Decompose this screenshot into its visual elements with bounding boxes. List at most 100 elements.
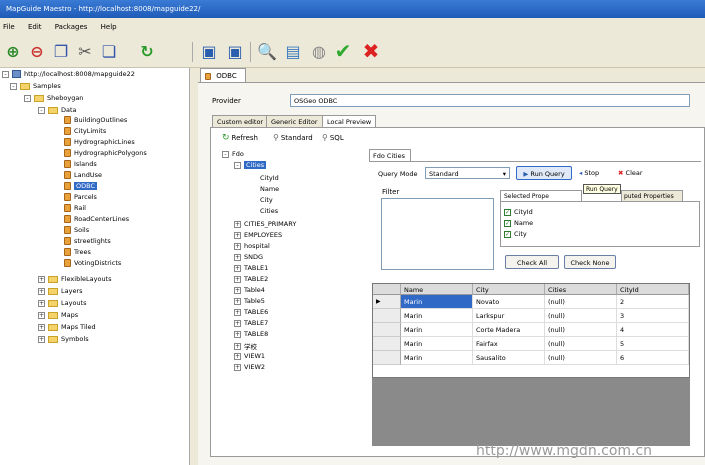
save-icon[interactable]: ▣ — [198, 40, 220, 62]
tree-item[interactable]: Rail — [64, 204, 86, 212]
schema-class[interactable]: + TABLE8 — [234, 330, 268, 338]
refresh-icon[interactable]: ↻ — [136, 40, 158, 62]
tree-item[interactable]: Trees — [64, 248, 91, 256]
run-query-button[interactable]: ▶ Run Query — [516, 166, 572, 180]
profile-icon[interactable]: ◍ — [308, 40, 330, 62]
column-header[interactable]: Name — [401, 284, 473, 295]
schema-class[interactable]: + SNDG — [234, 253, 263, 261]
schema-class[interactable]: + hospital — [234, 242, 270, 250]
grid-cell[interactable]: Corte Madera — [473, 323, 545, 337]
query-mode-select[interactable]: Standard ▾ — [425, 167, 510, 179]
tree-item[interactable]: RoadCenterLines — [64, 215, 129, 223]
row-header[interactable] — [373, 309, 401, 323]
stop-button[interactable]: ◂ Stop — [579, 169, 599, 177]
tree-item[interactable]: HydrographicPolygons — [64, 149, 147, 157]
grid-cell[interactable]: 2 — [617, 295, 689, 309]
tab-selected-properties[interactable]: Selected Prope — [500, 190, 582, 201]
grid-cell[interactable]: (null) — [545, 337, 617, 351]
tab-generic-editor[interactable]: Generic Editor — [266, 115, 323, 127]
row-header[interactable] — [373, 337, 401, 351]
clear-button[interactable]: ✖ Clear — [618, 169, 643, 177]
copy-icon[interactable]: ❐ — [50, 40, 72, 62]
schema-field[interactable]: Name — [260, 185, 279, 193]
check-all-button[interactable]: Check All — [505, 255, 559, 269]
tree-data[interactable]: - Data — [38, 106, 77, 114]
schema-class[interactable]: + TABLE6 — [234, 308, 268, 316]
grid-cell[interactable]: (null) — [545, 323, 617, 337]
grid-cell[interactable]: (null) — [545, 309, 617, 323]
xml-icon[interactable]: ▤ — [282, 40, 304, 62]
row-selector-icon[interactable]: ▶ — [373, 295, 401, 309]
tab-local-preview[interactable]: Local Preview — [322, 115, 377, 127]
tree-folder[interactable]: + Symbols — [38, 335, 89, 343]
grid-cell[interactable]: (null) — [545, 351, 617, 365]
tree-samples[interactable]: - Samples — [10, 82, 61, 90]
grid-cell[interactable]: (null) — [545, 295, 617, 309]
close-icon[interactable]: ✖ — [360, 39, 382, 63]
schema-class[interactable]: + TABLE1 — [234, 264, 268, 272]
schema-field[interactable]: CityId — [260, 174, 279, 182]
tree-folder[interactable]: + Maps Tiled — [38, 323, 96, 331]
menu-edit[interactable]: Edit — [25, 20, 50, 31]
property-checkbox[interactable]: ✓ CityId — [504, 208, 533, 216]
standard-button[interactable]: ⚲ Standard — [273, 133, 313, 142]
row-header[interactable] — [373, 351, 401, 365]
delete-icon[interactable]: ⊖ — [26, 40, 48, 62]
property-checkbox[interactable]: ✓ City — [504, 230, 527, 238]
schema-class[interactable]: + TABLE7 — [234, 319, 268, 327]
schema-class[interactable]: + EMPLOYEES — [234, 231, 282, 239]
tree-item-selected[interactable]: ODBC — [64, 182, 98, 190]
document-tab[interactable]: ODBC — [200, 68, 246, 82]
check-none-button[interactable]: Check None — [564, 255, 616, 269]
save-as-icon[interactable]: ▣ — [224, 40, 246, 62]
property-checkbox[interactable]: ✓ Name — [504, 219, 533, 227]
tree-item[interactable]: BuildingOutlines — [64, 116, 127, 124]
row-header[interactable] — [373, 323, 401, 337]
schema-class[interactable]: + Table4 — [234, 286, 265, 294]
tree-item[interactable]: CityLimits — [64, 127, 106, 135]
grid-cell[interactable]: Marin — [401, 295, 473, 309]
new-icon[interactable]: ⊕ — [2, 40, 24, 62]
schema-class-selected[interactable]: - Cities — [234, 161, 267, 169]
column-header[interactable]: Cities — [545, 284, 617, 295]
validate-icon[interactable]: ✔ — [332, 39, 354, 63]
grid-cell[interactable]: 6 — [617, 351, 689, 365]
column-header[interactable]: CityId — [617, 284, 689, 295]
schema-field[interactable]: City — [260, 196, 273, 204]
schema-class[interactable]: + CITIES_PRIMARY — [234, 220, 296, 228]
grid-cell[interactable]: 5 — [617, 337, 689, 351]
tree-folder[interactable]: + Layouts — [38, 299, 86, 307]
tree-folder[interactable]: + Layers — [38, 287, 83, 295]
grid-cell[interactable]: Marin — [401, 323, 473, 337]
tree-root[interactable]: - http://localhost:8008/mapguide22 — [2, 70, 135, 78]
tree-item[interactable]: streetlights — [64, 237, 111, 245]
refresh-button[interactable]: ↻ Refresh — [222, 133, 258, 143]
tree-item[interactable]: Islands — [64, 160, 97, 168]
tab-fdo-cities[interactable]: Fdo Cities — [369, 149, 411, 161]
tree-folder[interactable]: + Maps — [38, 311, 78, 319]
sql-button[interactable]: ⚲ SQL — [322, 133, 344, 142]
schema-field[interactable]: Cities — [260, 207, 278, 215]
preview-icon[interactable]: 🔍 — [256, 40, 278, 62]
schema-class[interactable]: + VIEW1 — [234, 352, 265, 360]
grid-cell[interactable]: Fairfax — [473, 337, 545, 351]
grid-cell[interactable]: Larkspur — [473, 309, 545, 323]
grid-cell[interactable]: Marin — [401, 351, 473, 365]
schema-class[interactable]: + Table5 — [234, 297, 265, 305]
tree-item[interactable]: VotingDistricts — [64, 259, 121, 267]
menu-packages[interactable]: Packages — [52, 20, 96, 31]
grid-cell[interactable]: Marin — [401, 309, 473, 323]
grid-cell[interactable]: Novato — [473, 295, 545, 309]
grid-cell[interactable]: Sausalito — [473, 351, 545, 365]
grid-cell[interactable]: 4 — [617, 323, 689, 337]
tree-folder[interactable]: + FlexibleLayouts — [38, 275, 112, 283]
schema-class[interactable]: + 学校 — [234, 341, 257, 351]
paste-icon[interactable]: ❏ — [98, 40, 120, 62]
tree-item[interactable]: Soils — [64, 226, 89, 234]
column-header[interactable]: City — [473, 284, 545, 295]
grid-cell[interactable]: Marin — [401, 337, 473, 351]
menu-file[interactable]: File — [0, 20, 23, 31]
tree-item[interactable]: LandUse — [64, 171, 102, 179]
schema-class[interactable]: + TABLE2 — [234, 275, 268, 283]
schema-class[interactable]: + VIEW2 — [234, 363, 265, 371]
